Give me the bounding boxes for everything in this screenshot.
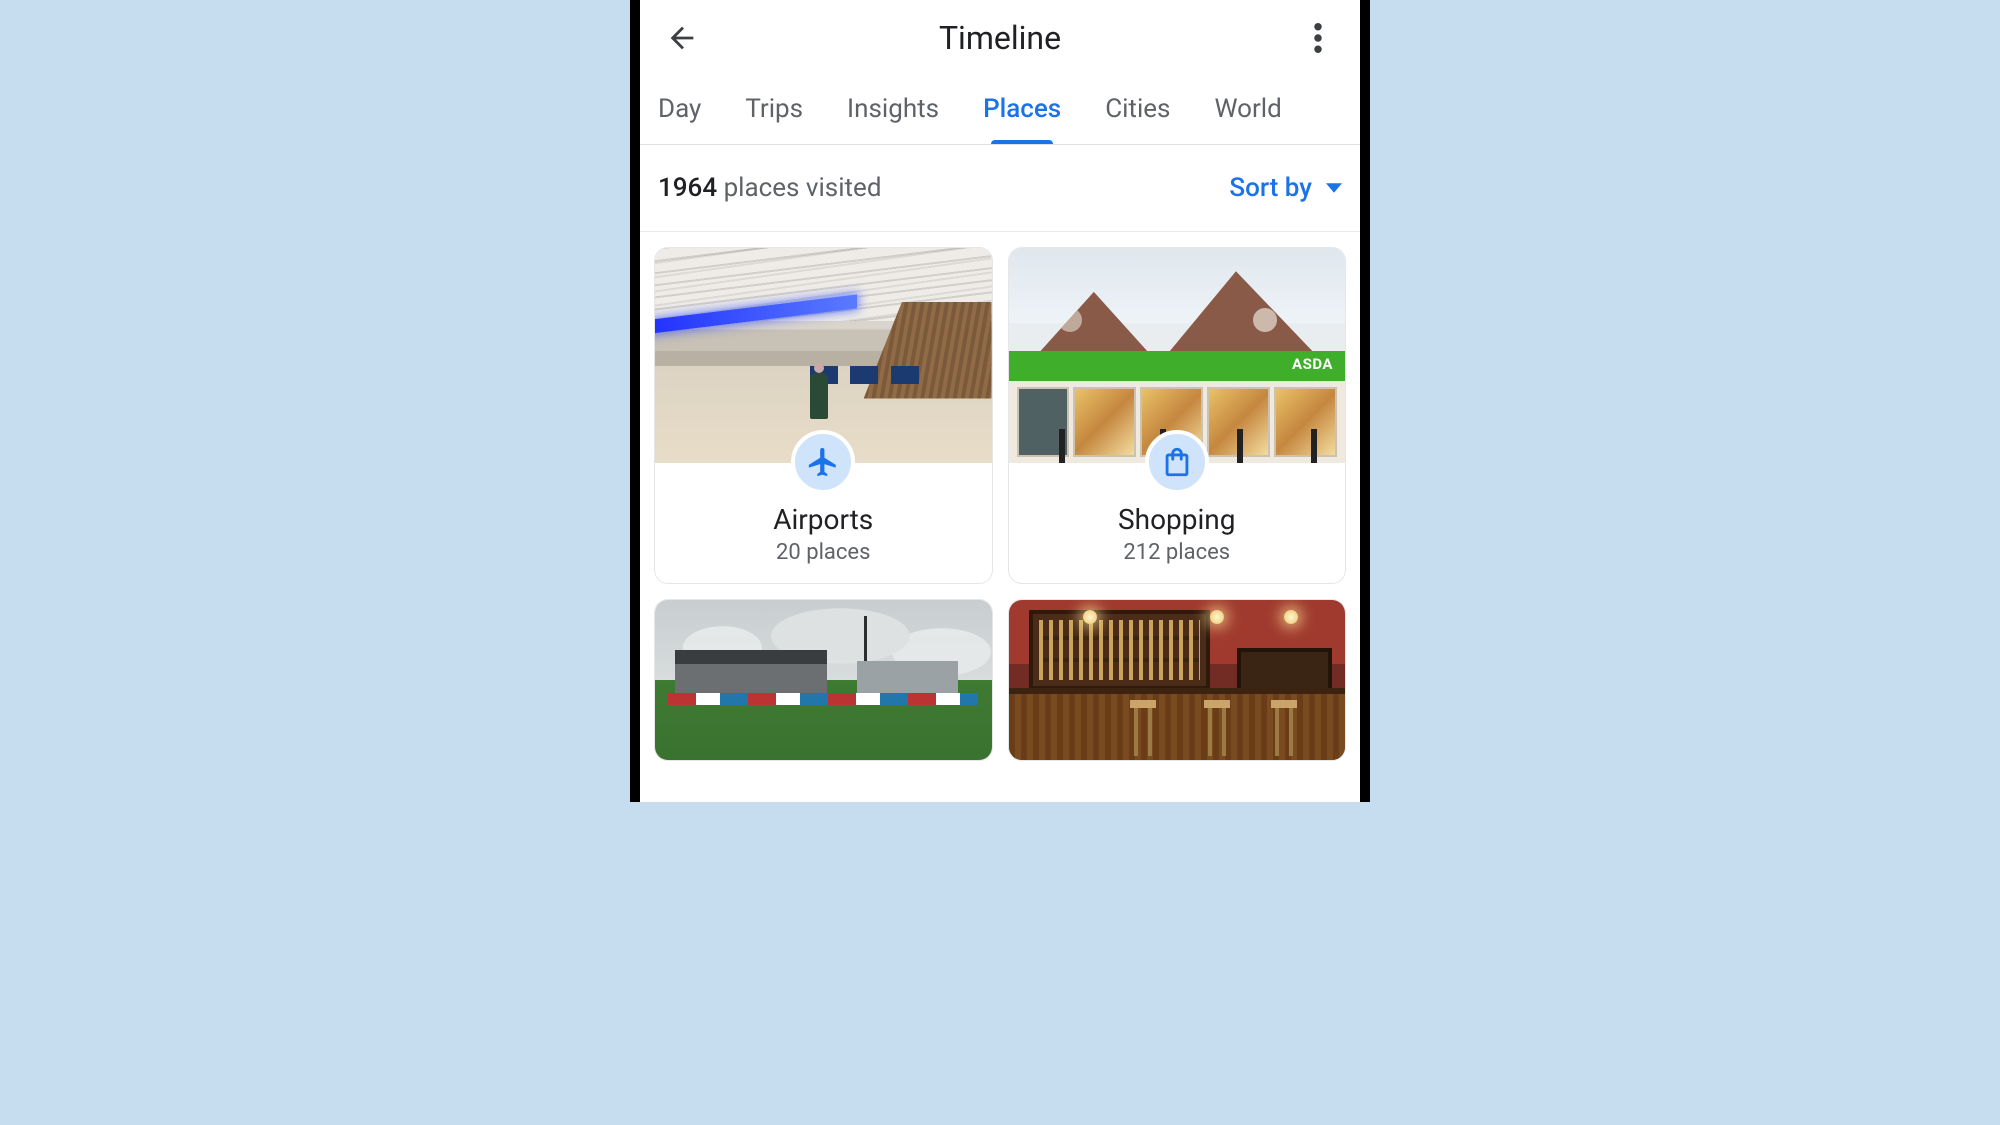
place-card-title: Airports <box>655 503 992 536</box>
airplane-icon <box>806 445 840 479</box>
tab-trips[interactable]: Trips <box>745 94 803 144</box>
page-title: Timeline <box>939 19 1061 57</box>
arrow-left-icon <box>665 21 699 55</box>
app-header: Timeline <box>640 0 1360 80</box>
place-card-airports[interactable]: Airports 20 places <box>654 247 993 584</box>
device-frame: Timeline Day Trips Insights Places Citie… <box>630 0 1370 802</box>
places-count-number: 1964 <box>658 173 717 203</box>
more-options-button[interactable] <box>1294 14 1342 62</box>
tab-day[interactable]: Day <box>658 94 701 144</box>
sort-by-label: Sort by <box>1229 173 1312 203</box>
storefront-sign: ASDA <box>1292 355 1333 373</box>
back-button[interactable] <box>658 14 706 62</box>
places-count-label: places visited <box>724 173 882 203</box>
place-card-subtitle: 212 places <box>1009 540 1346 565</box>
places-grid: Airports 20 places ASDA <box>640 232 1360 776</box>
shopping-bag-icon <box>1160 445 1194 479</box>
caret-down-icon <box>1326 183 1342 193</box>
place-thumbnail <box>1009 600 1346 760</box>
app-screen: Timeline Day Trips Insights Places Citie… <box>640 0 1360 802</box>
tab-world[interactable]: World <box>1214 94 1281 144</box>
tab-insights[interactable]: Insights <box>847 94 939 144</box>
place-card-pub[interactable] <box>1008 599 1347 761</box>
places-count: 1964 places visited <box>658 173 882 203</box>
place-card-shopping[interactable]: ASDA Shopping 212 places <box>1008 247 1347 584</box>
tab-cities[interactable]: Cities <box>1105 94 1170 144</box>
more-vertical-icon <box>1314 23 1322 53</box>
category-badge <box>791 430 855 494</box>
place-card-subtitle: 20 places <box>655 540 992 565</box>
tab-bar: Day Trips Insights Places Cities World <box>640 80 1360 145</box>
place-thumbnail <box>655 600 992 760</box>
place-card-title: Shopping <box>1009 503 1346 536</box>
sort-by-button[interactable]: Sort by <box>1229 173 1342 203</box>
category-badge <box>1145 430 1209 494</box>
place-card-sports[interactable] <box>654 599 993 761</box>
places-summary-bar: 1964 places visited Sort by <box>640 145 1360 232</box>
tab-places[interactable]: Places <box>983 94 1061 144</box>
